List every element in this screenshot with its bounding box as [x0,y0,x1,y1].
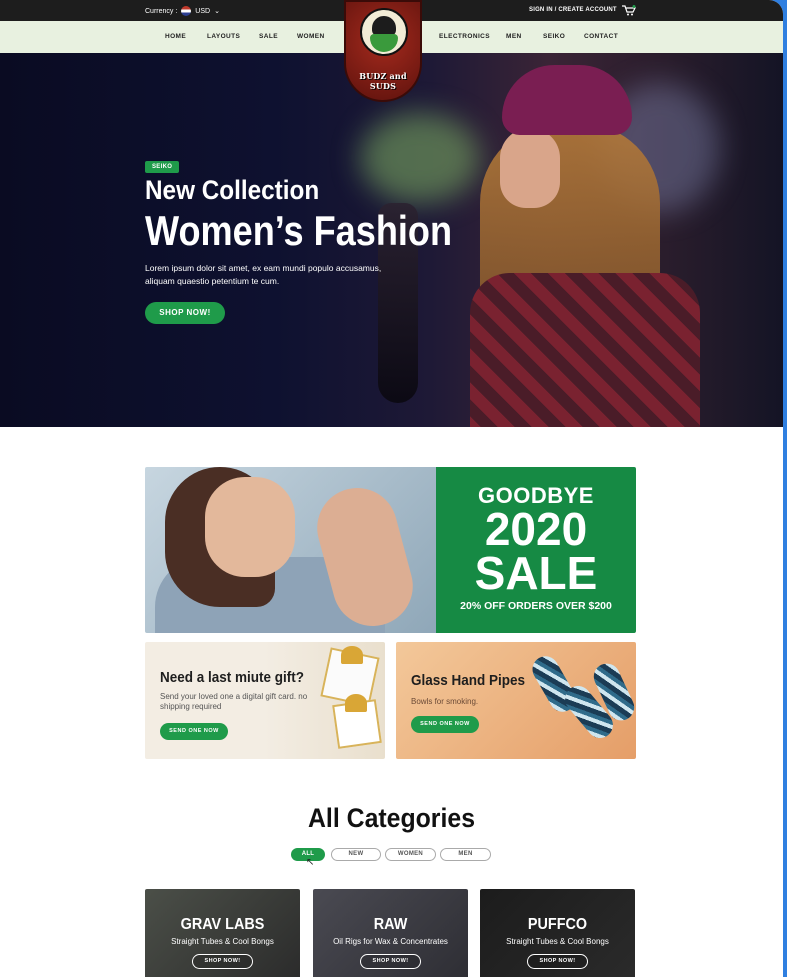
promo-title: Glass Hand Pipes [411,672,526,689]
filter-men[interactable]: MEN [440,848,491,861]
sale-offer: 20% OFF ORDERS OVER $200 [460,600,612,612]
page: Currency : USD ⌄ SIGN IN / CREATE ACCOUN… [0,0,783,977]
sale-banner[interactable]: GOODBYE 2020 SALE 20% OFF ORDERS OVER $2… [145,467,636,633]
hero-tag: SEIKO [145,161,180,173]
bow-decoration [345,694,367,712]
hero-description: Lorem ipsum dolor sit amet, ex eam mundi… [145,263,382,286]
cursor-icon: ↖ [306,857,315,868]
currency-value: USD [195,7,211,15]
hero-title: Women’s Fashion [145,207,453,254]
sale-line-3: SALE [474,547,598,599]
hero-model-hat [502,65,632,135]
nav-item-men[interactable]: MEN [506,33,522,40]
category-name: PUFFCO [527,916,588,933]
hero-model-shirt [470,273,700,427]
nav-item-seiko[interactable]: SEIKO [543,33,565,40]
sale-banner-photo [145,467,436,633]
promo-description: Send your loved one a digital gift card.… [160,692,308,711]
promo-title: Need a last miute gift? [160,669,305,686]
nav-item-electronics[interactable]: ELECTRONICS [439,33,490,40]
logo-text: BUDZ and SUDS [359,71,407,91]
site-logo[interactable]: BUDZ and SUDS [344,0,422,102]
shop-now-button[interactable]: SHOP NOW! [145,302,225,324]
hero-model-face [500,128,560,208]
section-title: All Categories [307,803,476,833]
promo-card-gift: Need a last miute gift? Send your loved … [145,642,385,759]
shop-now-button[interactable]: SHOP NOW! [527,954,588,969]
send-one-now-button[interactable]: SEND ONE NOW [160,723,228,740]
sign-in-link[interactable]: SIGN IN / CREATE ACCOUNT [529,7,617,13]
flag-us-icon [181,6,192,16]
nav-item-layouts[interactable]: LAYOUTS [207,33,240,40]
send-one-now-button[interactable]: SEND ONE NOW [411,716,479,733]
shop-now-button[interactable]: SHOP NOW! [360,954,421,969]
sale-panel: GOODBYE 2020 SALE 20% OFF ORDERS OVER $2… [436,467,636,633]
sale-line-2: 2020 [484,503,588,555]
cart-icon[interactable] [622,5,636,16]
smoke-decoration [360,113,480,203]
currency-label: Currency : [145,7,178,15]
category-card-raw[interactable]: RAW Oil Rigs for Wax & Concentrates SHOP… [313,889,468,977]
category-name: GRAV LABS [180,916,265,933]
promo-description: Bowls for smoking. [411,697,479,706]
nav-item-women[interactable]: WOMEN [297,33,325,40]
hero-subtitle: New Collection [145,175,320,205]
nav-item-home[interactable]: HOME [165,33,186,40]
category-name: RAW [373,916,408,933]
nav-item-contact[interactable]: CONTACT [584,33,618,40]
category-description: Straight Tubes & Cool Bongs [506,937,609,946]
currency-selector[interactable]: Currency : USD ⌄ [145,6,220,16]
category-card-grav-labs[interactable]: GRAV LABS Straight Tubes & Cool Bongs SH… [145,889,300,977]
chevron-down-icon: ⌄ [214,8,220,15]
bow-decoration [341,646,363,664]
model-face [205,477,295,577]
filter-women[interactable]: WOMEN [385,848,436,861]
promo-card-pipes: Glass Hand Pipes Bowls for smoking. SEND… [396,642,636,759]
category-description: Straight Tubes & Cool Bongs [171,937,274,946]
category-card-puffco[interactable]: PUFFCO Straight Tubes & Cool Bongs SHOP … [480,889,635,977]
pirate-skull-icon [372,16,396,36]
nav-item-sale[interactable]: SALE [259,33,278,40]
category-description: Oil Rigs for Wax & Concentrates [333,937,448,946]
hero-banner: SEIKO New Collection Women’s Fashion Lor… [0,53,783,427]
shop-now-button[interactable]: SHOP NOW! [192,954,253,969]
filter-new[interactable]: NEW [331,848,381,861]
